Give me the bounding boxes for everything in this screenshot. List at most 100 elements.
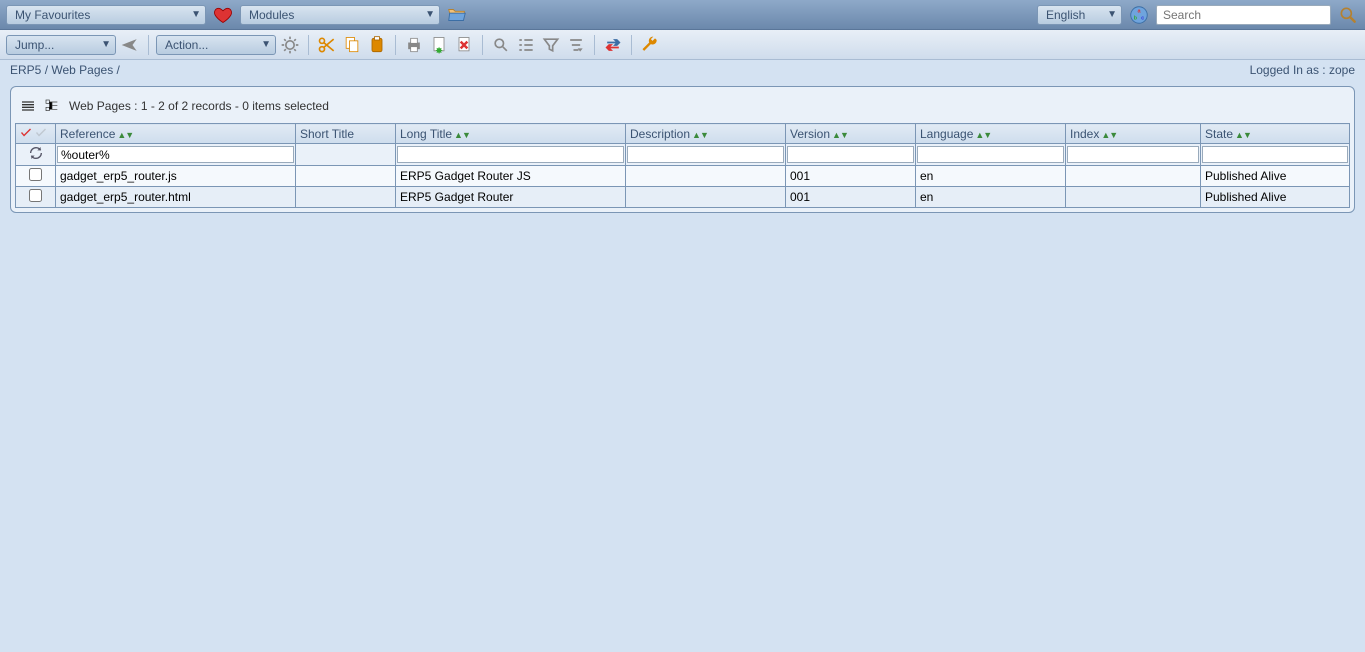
jump-button[interactable] [119, 34, 141, 56]
header-language[interactable]: Language▲▼ [916, 124, 1066, 144]
folder-open-icon [446, 4, 468, 26]
listbox-title-bar: Web Pages : 1 - 2 of 2 records - 0 items… [15, 91, 1350, 123]
login-user: zope [1329, 63, 1355, 77]
breadcrumb-root[interactable]: ERP5 [10, 63, 41, 77]
cell-state: Published Alive [1201, 187, 1350, 208]
breadcrumb: ERP5 / Web Pages / Logged In as : zope [0, 60, 1365, 80]
wrench-icon [640, 35, 660, 55]
search-input[interactable] [1156, 5, 1331, 25]
cell-long-title: ERP5 Gadget Router JS [396, 166, 626, 187]
header-tools [16, 124, 56, 144]
show-all-button[interactable] [515, 34, 537, 56]
sort-arrows-icon: ▲▼ [117, 130, 133, 140]
favourites-select[interactable]: My Favourites ▼ [6, 5, 206, 25]
filter-version[interactable] [787, 146, 914, 163]
favourites-label: My Favourites [15, 8, 90, 22]
filter-state[interactable] [1202, 146, 1348, 163]
cell-description [626, 166, 786, 187]
header-long-title[interactable]: Long Title▲▼ [396, 124, 626, 144]
filter-language[interactable] [917, 146, 1064, 163]
filter-button[interactable] [540, 34, 562, 56]
header-short-title[interactable]: Short Title [296, 124, 396, 144]
modules-select[interactable]: Modules ▼ [240, 5, 440, 25]
jump-label: Jump... [15, 38, 54, 52]
filter-index[interactable] [1067, 146, 1199, 163]
cell-version: 001 [786, 166, 916, 187]
filter-long-title[interactable] [397, 146, 624, 163]
uncheck-all-icon[interactable] [35, 126, 47, 138]
cell-state: Published Alive [1201, 166, 1350, 187]
header-description[interactable]: Description▲▼ [626, 124, 786, 144]
language-label: English [1046, 8, 1085, 22]
cell-short-title [296, 166, 396, 187]
filter-reference[interactable] [57, 146, 294, 163]
action-select[interactable]: Action... ▼ [156, 35, 276, 55]
sort-button[interactable] [565, 34, 587, 56]
header-state[interactable]: State▲▼ [1201, 124, 1350, 144]
print-button[interactable] [403, 34, 425, 56]
header-reference[interactable]: Reference▲▼ [56, 124, 296, 144]
favourite-heart-button[interactable] [212, 4, 234, 26]
toolbar: Jump... ▼ Action... ▼ ✸ [0, 30, 1365, 60]
new-button[interactable]: ✸ [428, 34, 450, 56]
delete-document-icon [454, 35, 474, 55]
delete-button[interactable] [453, 34, 475, 56]
header-version[interactable]: Version▲▼ [786, 124, 916, 144]
cell-language: en [916, 187, 1066, 208]
language-button[interactable]: abc [1128, 4, 1150, 26]
sort-arrows-icon: ▲▼ [1101, 130, 1117, 140]
cell-short-title [296, 187, 396, 208]
sort-icon [566, 35, 586, 55]
chevron-down-icon: ▼ [1107, 9, 1117, 20]
breadcrumb-module[interactable]: Web Pages [51, 63, 113, 77]
svg-text:✸: ✸ [435, 45, 443, 55]
cell-index [1066, 187, 1201, 208]
heart-icon [213, 5, 233, 25]
check-all-icon[interactable] [20, 126, 32, 138]
cell-long-title: ERP5 Gadget Router [396, 187, 626, 208]
cell-reference: gadget_erp5_router.js [56, 166, 296, 187]
list-icon [516, 35, 536, 55]
table-row[interactable]: gadget_erp5_router.html ERP5 Gadget Rout… [16, 187, 1350, 208]
find-button[interactable] [490, 34, 512, 56]
filter-row [16, 144, 1350, 166]
refresh-icon[interactable] [28, 145, 44, 161]
header-index[interactable]: Index▲▼ [1066, 124, 1201, 144]
action-button[interactable] [279, 34, 301, 56]
chevron-down-icon: ▼ [425, 9, 435, 20]
search-icon [491, 35, 511, 55]
configure-button[interactable] [639, 34, 661, 56]
login-status: Logged In as : zope [1250, 63, 1355, 77]
cell-description [626, 187, 786, 208]
copy-icon [342, 35, 362, 55]
breadcrumb-path: ERP5 / Web Pages / [10, 63, 120, 77]
tree-list-button[interactable] [41, 95, 63, 117]
cut-button[interactable] [316, 34, 338, 56]
clipboard-icon [367, 35, 387, 55]
filter-description[interactable] [627, 146, 784, 163]
language-select[interactable]: English ▼ [1037, 5, 1122, 25]
copy-button[interactable] [341, 34, 363, 56]
paste-button[interactable] [366, 34, 388, 56]
jump-select[interactable]: Jump... ▼ [6, 35, 116, 55]
topbar: My Favourites ▼ Modules ▼ English ▼ abc [0, 0, 1365, 30]
chevron-down-icon: ▼ [191, 9, 201, 20]
airplane-icon [120, 35, 140, 55]
flat-list-button[interactable] [17, 95, 39, 117]
listbox: Web Pages : 1 - 2 of 2 records - 0 items… [10, 86, 1355, 213]
action-label: Action... [165, 38, 208, 52]
open-folder-button[interactable] [446, 4, 468, 26]
exchange-icon [603, 35, 623, 55]
exchange-button[interactable] [602, 34, 624, 56]
cell-index [1066, 166, 1201, 187]
svg-text:c: c [1141, 15, 1144, 21]
funnel-icon [541, 35, 561, 55]
listbox-table: Reference▲▼ Short Title Long Title▲▼ Des… [15, 123, 1350, 208]
sort-arrows-icon: ▲▼ [454, 130, 470, 140]
table-row[interactable]: gadget_erp5_router.js ERP5 Gadget Router… [16, 166, 1350, 187]
row-checkbox[interactable] [29, 189, 42, 202]
search-button[interactable] [1337, 4, 1359, 26]
row-checkbox[interactable] [29, 168, 42, 181]
header-row: Reference▲▼ Short Title Long Title▲▼ Des… [16, 124, 1350, 144]
cell-reference: gadget_erp5_router.html [56, 187, 296, 208]
